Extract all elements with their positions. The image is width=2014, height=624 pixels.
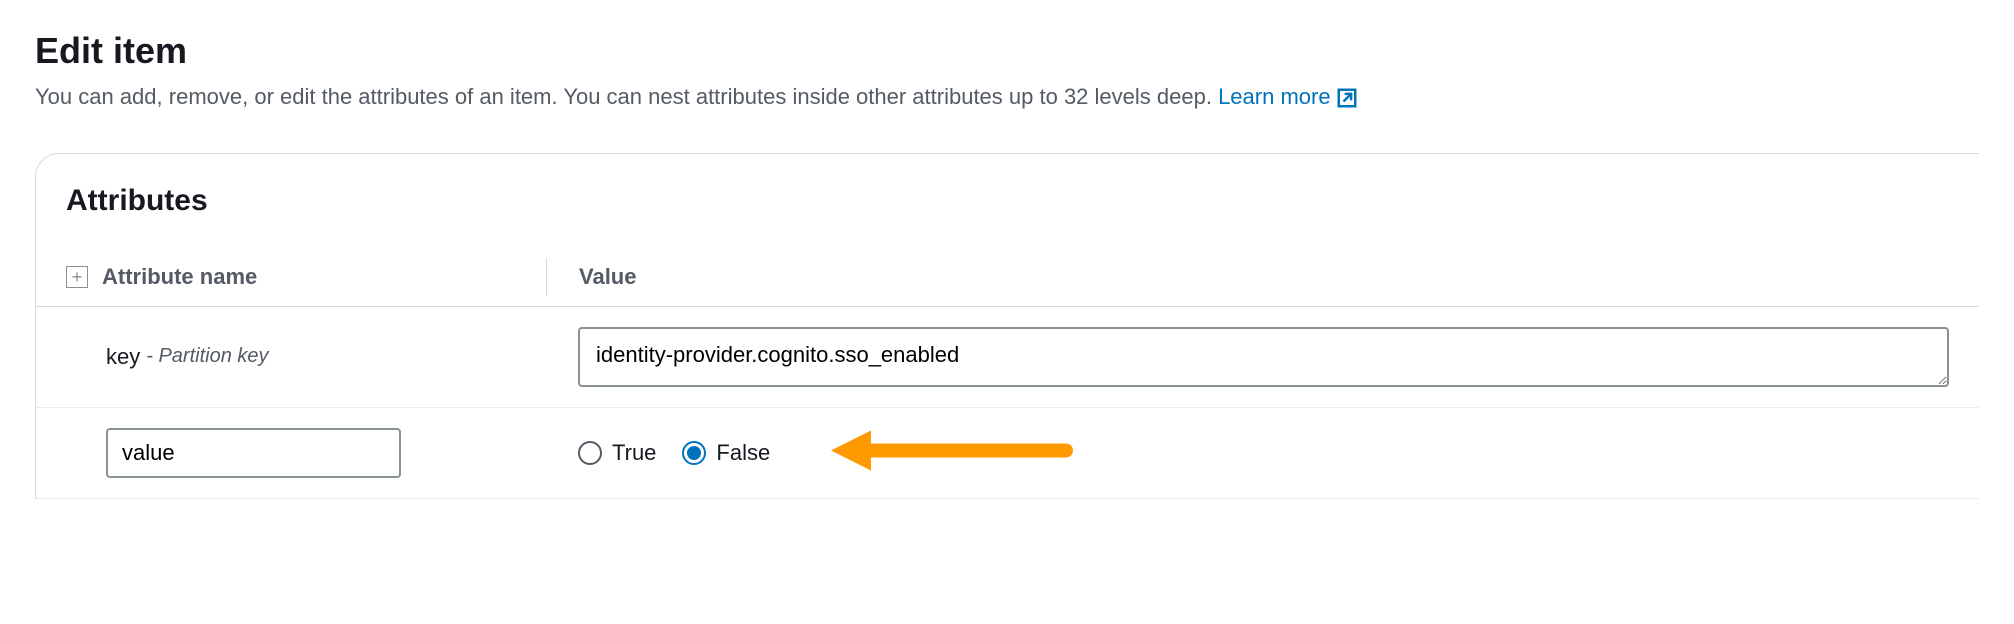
page-subtitle: You can add, remove, or edit the attribu… — [35, 82, 1979, 113]
radio-true-label: True — [612, 440, 656, 466]
radio-false[interactable]: False — [682, 440, 770, 466]
attributes-table: + Attribute name Value key - Partition k… — [36, 248, 1979, 499]
table-row: True False — [36, 408, 1979, 499]
attribute-name-input[interactable] — [106, 428, 401, 478]
page-title: Edit item — [35, 30, 1979, 72]
plus-icon: + — [72, 268, 83, 286]
column-header-value: Value — [546, 258, 1949, 296]
page-subtitle-text: You can add, remove, or edit the attribu… — [35, 84, 1212, 109]
column-value-label: Value — [579, 264, 636, 289]
panel-title: Attributes — [36, 184, 1979, 248]
radio-circle-icon — [682, 441, 706, 465]
column-name-label: Attribute name — [102, 264, 257, 290]
attributes-panel: Attributes + Attribute name Value key - … — [35, 153, 1979, 499]
boolean-radio-group: True False — [578, 440, 770, 466]
attribute-name-cell — [66, 428, 546, 478]
radio-false-label: False — [716, 440, 770, 466]
table-header: + Attribute name Value — [36, 248, 1979, 307]
external-link-icon — [1336, 82, 1358, 113]
learn-more-label: Learn more — [1218, 82, 1331, 113]
expand-all-button[interactable]: + — [66, 266, 88, 288]
radio-circle-icon — [578, 441, 602, 465]
attribute-name-key: key — [106, 344, 140, 370]
arrow-annotation — [826, 420, 1076, 485]
column-header-name: + Attribute name — [66, 264, 546, 290]
radio-true[interactable]: True — [578, 440, 656, 466]
attribute-name-cell: key - Partition key — [66, 344, 546, 370]
learn-more-link[interactable]: Learn more — [1218, 82, 1358, 113]
attribute-value-cell — [546, 327, 1949, 387]
attribute-value-cell: True False — [546, 440, 1949, 466]
table-row: key - Partition key — [36, 307, 1979, 408]
key-value-input[interactable] — [578, 327, 1949, 387]
attribute-hint-partition-key: - Partition key — [146, 345, 268, 368]
